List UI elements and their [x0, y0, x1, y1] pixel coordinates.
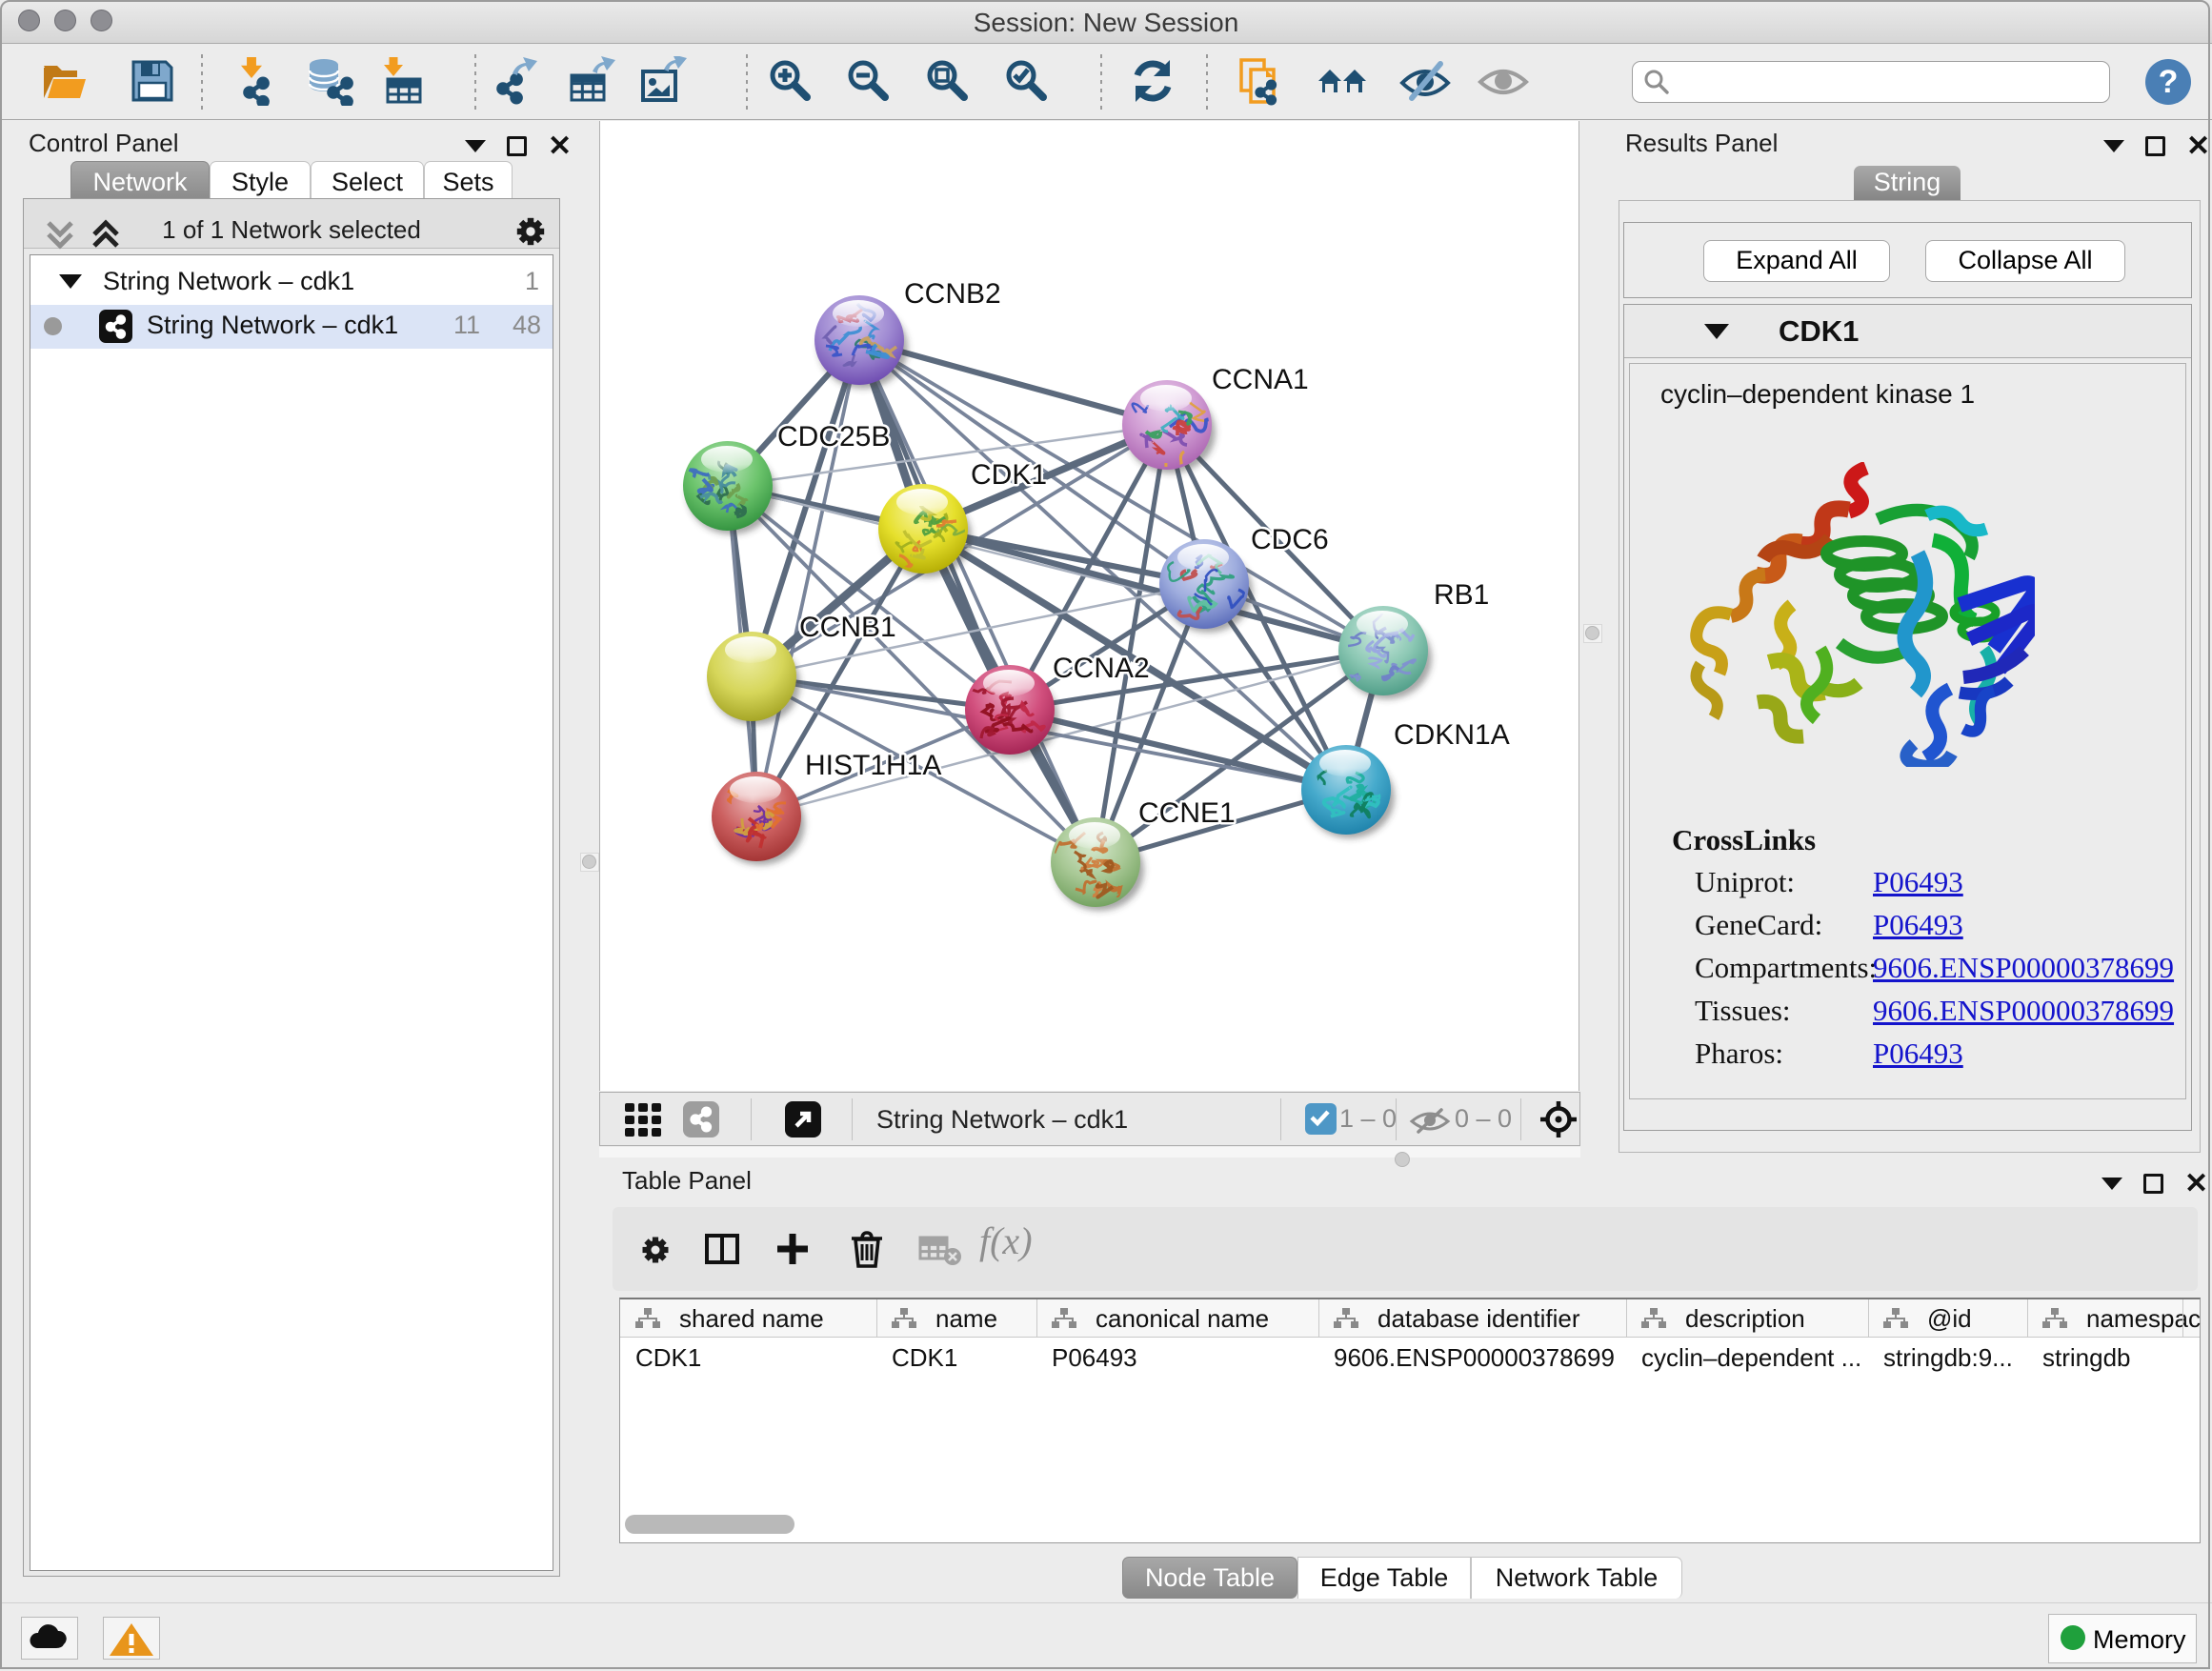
svg-text:CCNE1: CCNE1 [1138, 797, 1236, 829]
svg-text:RB1: RB1 [1434, 579, 1489, 611]
svg-text:CCNA2: CCNA2 [1053, 653, 1150, 684]
svg-text:CDK1: CDK1 [971, 459, 1047, 491]
svg-text:CCNA1: CCNA1 [1212, 364, 1309, 395]
svg-text:CDC6: CDC6 [1251, 524, 1329, 555]
svg-text:CDC25B: CDC25B [777, 421, 890, 453]
svg-text:CCNB1: CCNB1 [799, 612, 896, 643]
svg-text:CCNB2: CCNB2 [904, 278, 1001, 310]
svg-text:HIST1H1A: HIST1H1A [805, 750, 941, 781]
svg-text:CDKN1A: CDKN1A [1394, 719, 1510, 751]
